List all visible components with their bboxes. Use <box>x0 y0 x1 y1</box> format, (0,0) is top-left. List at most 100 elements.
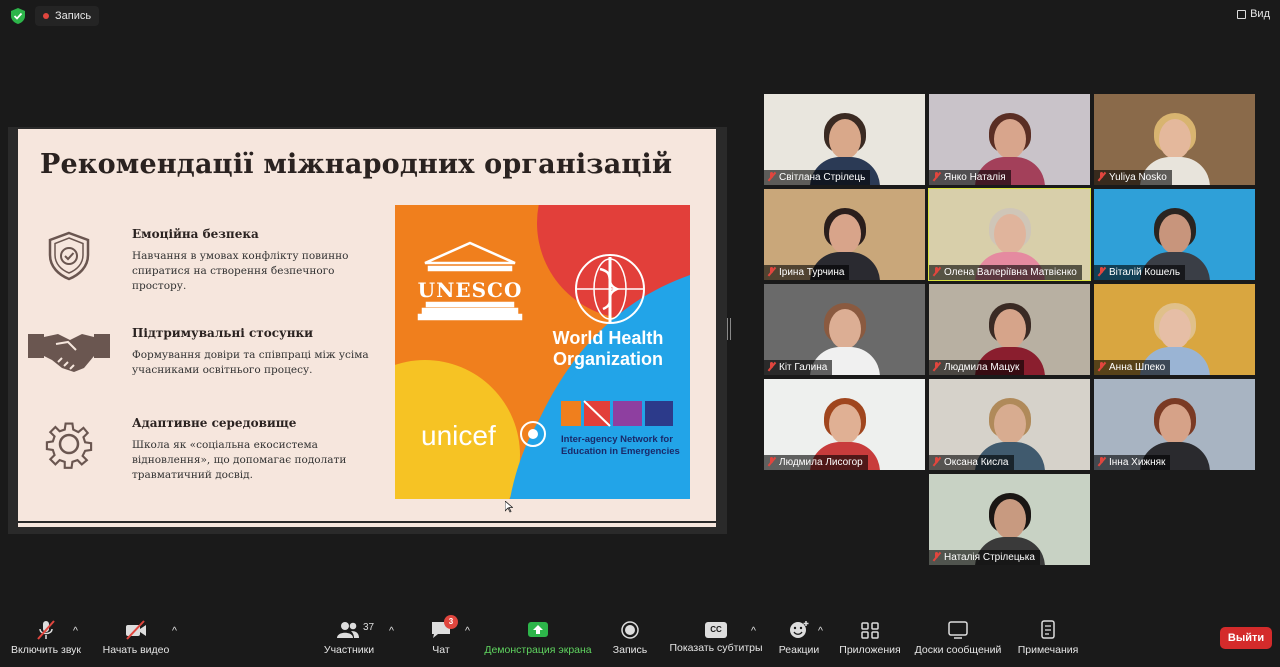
muted-mic-icon <box>37 620 55 640</box>
chat-button[interactable]: 3 Чат <box>424 615 458 660</box>
apps-button[interactable]: Приложения <box>838 618 902 660</box>
participant-video-tile[interactable]: Наталія Стрілецька <box>929 474 1090 565</box>
unicef-text: unicef <box>421 420 496 451</box>
participant-name-bar: Оксана Кисла <box>929 455 1014 470</box>
chat-unread-badge: 3 <box>444 615 458 629</box>
who-line-2: Organization <box>553 349 663 369</box>
apps-icon <box>861 622 879 639</box>
chat-label: Чат <box>432 644 450 656</box>
leave-meeting-button[interactable]: Выйти <box>1220 627 1272 649</box>
view-button[interactable]: Вид <box>1237 8 1270 20</box>
participant-name-bar: Інна Хижняк <box>1094 455 1171 470</box>
record-label: Запись <box>612 644 648 656</box>
slide-item-title: Адаптивне середовище <box>132 416 297 430</box>
muted-mic-icon <box>933 362 940 371</box>
participant-name: Оксана Кисла <box>944 457 1009 468</box>
participant-video-tile[interactable]: Інна Хижняк <box>1094 379 1255 470</box>
shared-screen: Рекомендації міжнародних організацій Емо… <box>8 127 727 534</box>
shield-check-icon <box>48 231 90 281</box>
muted-mic-icon <box>768 172 775 181</box>
meeting-toolbar: Включить звук ^ Начать видео ^ 37 Участн… <box>0 612 1280 662</box>
participants-icon <box>337 622 359 638</box>
closed-captions-icon: CC <box>705 622 727 638</box>
muted-mic-icon <box>933 552 940 561</box>
partner-logos-panel: UNESCO World Health Organization unicef <box>395 205 690 499</box>
handshake-icon <box>28 334 110 372</box>
whiteboards-button[interactable]: Доски сообщений <box>912 618 1004 660</box>
captions-caret-icon[interactable]: ^ <box>751 625 756 667</box>
muted-mic-icon <box>933 267 940 276</box>
gear-icon <box>45 422 93 469</box>
start-video-button[interactable]: Начать видео <box>100 618 172 660</box>
who-logo <box>575 254 645 324</box>
unesco-text: UNESCO <box>418 278 523 302</box>
audio-options-caret-icon[interactable]: ^ <box>73 625 78 667</box>
participant-video-tile[interactable]: Людмила Мацук <box>929 284 1090 375</box>
participants-label: Участники <box>323 644 375 656</box>
video-off-icon <box>126 620 146 640</box>
participant-name: Людмила Лисогор <box>779 457 863 468</box>
muted-mic-icon <box>768 362 775 371</box>
reactions-button[interactable]: Реакции <box>776 618 822 660</box>
participant-name: Олена Валеріївна Матвієнко <box>944 267 1077 278</box>
start-video-label: Начать видео <box>102 644 170 656</box>
participant-video-tile[interactable]: Людмила Лисогор <box>764 379 925 470</box>
slide-item-text: Формування довіри та співпраці між усіма… <box>132 349 369 376</box>
participant-name-bar: Людмила Лисогор <box>764 455 868 470</box>
captions-button[interactable]: CC Показать субтитры <box>668 618 764 660</box>
participants-caret-icon[interactable]: ^ <box>389 625 394 667</box>
split-resize-handle[interactable] <box>727 318 731 340</box>
inee-logo <box>561 400 673 427</box>
participants-count: 37 <box>363 622 375 633</box>
notes-icon <box>1041 620 1055 639</box>
reactions-label: Реакции <box>778 644 820 656</box>
share-screen-button[interactable]: Демонстрация экрана <box>482 618 594 660</box>
slide-item-text: Школа як «соціальна екосистема відновлен… <box>132 439 347 481</box>
participants-button[interactable]: 37 Участники <box>322 618 376 660</box>
participant-name-bar: Ірина Турчина <box>764 265 850 280</box>
participant-name: Yuliya Nosko <box>1109 172 1167 183</box>
who-line-1: World Health <box>553 328 664 348</box>
mouse-cursor-icon <box>505 501 513 513</box>
top-bar: Запись Вид <box>0 0 1280 32</box>
participant-name: Людмила Мацук <box>944 362 1020 373</box>
slide-bottom-edge <box>18 523 716 527</box>
slide-item-title: Підтримувальні стосунки <box>132 326 314 340</box>
participant-video-tile[interactable]: Кіт Галина <box>764 284 925 375</box>
participant-name-bar: Кіт Галина <box>764 360 833 375</box>
reactions-caret-icon[interactable]: ^ <box>818 625 823 667</box>
notes-button[interactable]: Примечания <box>1016 618 1080 660</box>
video-options-caret-icon[interactable]: ^ <box>172 625 177 667</box>
participant-name-bar: Світлана Стрілець <box>764 170 871 185</box>
participant-video-tile[interactable]: Оксана Кисла <box>929 379 1090 470</box>
slide-title: Рекомендації міжнародних організацій <box>40 149 673 180</box>
participant-name: Інна Хижняк <box>1109 457 1166 468</box>
participant-name-bar: Анна Шпеко <box>1094 360 1171 375</box>
participant-name: Янко Наталія <box>944 172 1006 183</box>
participant-video-tile[interactable]: Олена Валеріївна Матвієнко <box>928 188 1091 281</box>
captions-label: Показать субтитры <box>669 642 763 654</box>
record-button[interactable]: Запись <box>608 618 652 660</box>
participant-video-tile[interactable]: Ірина Турчина <box>764 189 925 280</box>
whiteboards-label: Доски сообщений <box>914 644 1002 656</box>
participant-video-tile[interactable]: Янко Наталія <box>929 94 1090 185</box>
muted-mic-icon <box>933 172 940 181</box>
chat-caret-icon[interactable]: ^ <box>465 625 470 667</box>
recording-label: Запись <box>55 10 92 22</box>
chat-icon-wrap: 3 <box>430 615 458 640</box>
participant-video-tile[interactable]: Віталій Кошель <box>1094 189 1255 280</box>
participant-video-tile[interactable]: Анна Шпеко <box>1094 284 1255 375</box>
participant-name: Наталія Стрілецька <box>944 552 1035 563</box>
security-shield-icon[interactable] <box>11 8 25 24</box>
muted-mic-icon <box>933 457 940 466</box>
participant-video-tile[interactable]: Світлана Стрілець <box>764 94 925 185</box>
recording-indicator[interactable]: Запись <box>35 6 100 26</box>
slide-item-title: Емоційна безпека <box>132 227 259 241</box>
participant-name-bar: Янко Наталія <box>929 170 1011 185</box>
muted-mic-icon <box>1098 267 1105 276</box>
participant-video-tile[interactable]: Yuliya Nosko <box>1094 94 1255 185</box>
presentation-slide: Рекомендації міжнародних організацій Емо… <box>18 129 716 521</box>
share-screen-icon <box>528 622 548 637</box>
record-icon <box>621 621 639 639</box>
participant-name: Світлана Стрілець <box>779 172 866 183</box>
